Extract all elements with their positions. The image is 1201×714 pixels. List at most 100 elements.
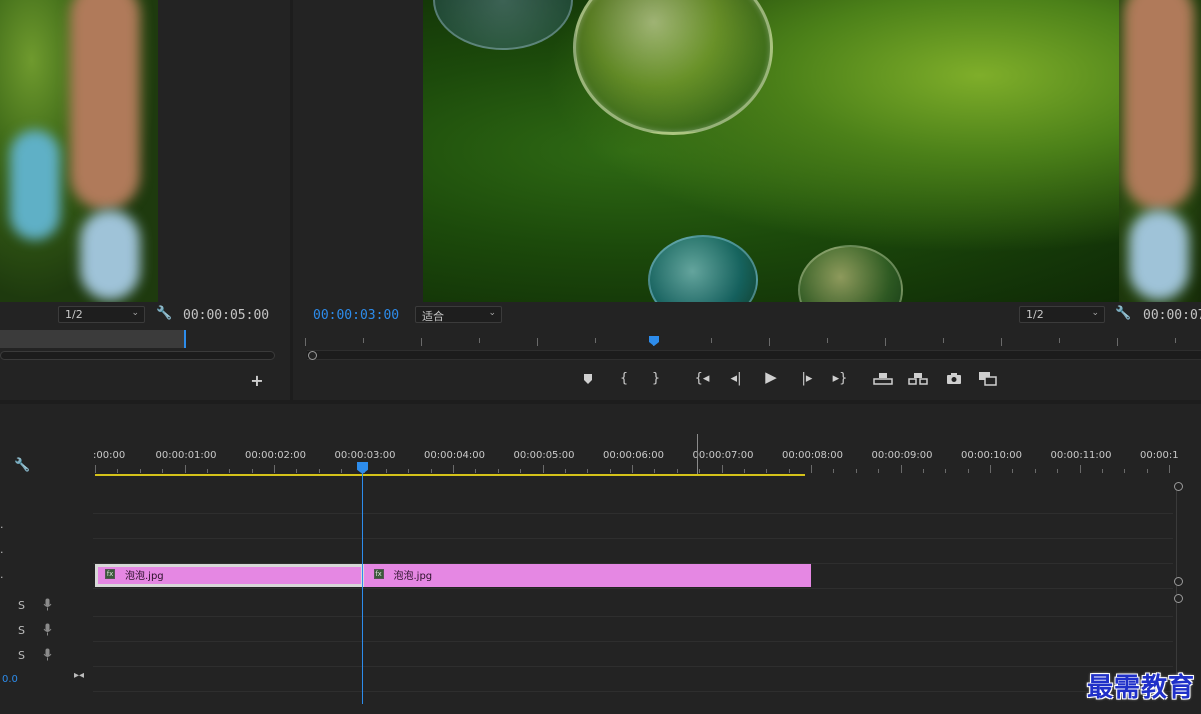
ruler-tick — [564, 469, 566, 473]
audio-track-3 — [93, 642, 1173, 667]
ruler-tick — [811, 465, 812, 473]
ruler-tick — [967, 469, 969, 473]
source-zoom-select[interactable]: 1/2 ⌄ — [58, 306, 145, 323]
ruler-tick — [206, 469, 208, 473]
video-track-1 — [93, 539, 1173, 564]
program-video-frame — [423, 0, 1119, 302]
mark-in-icon[interactable]: { — [618, 372, 630, 386]
source-playhead-marker[interactable] — [184, 330, 186, 348]
go-to-out-icon[interactable]: ▸} — [831, 372, 849, 386]
scroll-handle-middle[interactable] — [1174, 577, 1183, 586]
ruler-tick — [95, 465, 96, 473]
ruler-tick — [117, 469, 119, 473]
go-to-in-icon[interactable]: {◂ — [693, 372, 711, 386]
play-icon[interactable]: ▶ — [763, 370, 779, 385]
ruler-tick — [318, 469, 320, 473]
ruler-tick — [609, 469, 611, 473]
ruler-tick — [430, 469, 432, 473]
work-area-bar[interactable] — [95, 474, 805, 476]
ruler-tick — [945, 469, 947, 473]
ruler-tick — [632, 465, 633, 473]
ruler-tick — [990, 465, 991, 473]
track-row-marker: · — [0, 521, 4, 534]
program-current-timecode[interactable]: 00:00:03:00 — [313, 308, 399, 323]
ruler-time-label: 00:00:11:00 — [1050, 450, 1112, 461]
wrench-icon[interactable]: 🔧 — [1115, 307, 1131, 321]
video-clip[interactable]: fx 泡泡.jpg — [95, 564, 364, 587]
track-row-marker: · — [0, 571, 4, 584]
chevron-down-icon: ⌄ — [1091, 308, 1099, 318]
ruler-time-label: 00:00:10:00 — [961, 450, 1023, 461]
ruler-time-label: 00:00:06:00 — [603, 450, 665, 461]
timeline-panel: 🔧 · · · S S S 0.0 ▸◂ :00:00 00:00:01:00 00… — [0, 404, 1201, 714]
master-collapse-icon[interactable]: ▸◂ — [74, 670, 84, 681]
program-scrollbar[interactable] — [307, 350, 1201, 360]
ruler-tick — [520, 469, 522, 473]
small-bubble-bottom — [798, 245, 903, 302]
microphone-icon[interactable] — [43, 598, 52, 614]
timeline-playhead-line[interactable] — [362, 464, 363, 704]
ruler-time-label: 00:00:05:00 — [513, 450, 575, 461]
program-fit-select[interactable]: 适合 ⌄ — [415, 306, 502, 323]
ruler-tick — [788, 469, 790, 473]
ruler-tick — [676, 469, 678, 473]
clip-name: 泡泡.jpg — [125, 571, 164, 582]
video-clip[interactable]: fx 泡泡.jpg — [363, 564, 811, 587]
extract-icon[interactable] — [908, 372, 928, 389]
video-track-3 — [93, 488, 1173, 514]
step-back-icon[interactable]: ◂| — [728, 372, 744, 386]
ruler-tick — [497, 469, 499, 473]
mouse-cursor-line — [697, 434, 698, 474]
compare-icon[interactable] — [978, 371, 998, 390]
watermark-logo: 最需教育 — [1086, 673, 1195, 703]
source-zoom-value: 1/2 — [65, 308, 83, 321]
microphone-icon[interactable] — [43, 648, 52, 664]
program-mini-ruler[interactable] — [305, 338, 1201, 348]
microphone-icon[interactable] — [43, 623, 52, 639]
wrench-icon[interactable]: 🔧 — [156, 307, 172, 321]
solo-button[interactable]: S — [18, 624, 25, 637]
ruler-tick — [251, 469, 253, 473]
master-track — [93, 667, 1173, 692]
ruler-tick — [855, 469, 857, 473]
add-button-icon[interactable]: + — [250, 373, 264, 389]
clip-image-icon: fx — [373, 569, 384, 579]
solo-button[interactable]: S — [18, 599, 25, 612]
ruler-tick — [296, 469, 298, 473]
master-volume-value[interactable]: 0.0 — [2, 674, 18, 685]
ruler-time-label: 00:00:07:00 — [692, 450, 754, 461]
ruler-tick — [654, 469, 656, 473]
program-side-preview — [1119, 0, 1201, 302]
ruler-tick — [162, 469, 164, 473]
ruler-time-label: 00:00:01:00 — [155, 450, 217, 461]
ruler-tick — [1079, 465, 1081, 473]
marker-icon[interactable] — [581, 373, 595, 389]
program-scroll-handle[interactable] — [308, 351, 317, 360]
lift-icon[interactable] — [873, 372, 893, 389]
ruler-time-label: 00:00:02:00 — [245, 450, 307, 461]
timeline-settings-wrench-icon[interactable]: 🔧 — [14, 459, 30, 473]
source-ruler-bar[interactable] — [0, 330, 186, 348]
source-scrollbar[interactable] — [0, 351, 275, 360]
ruler-tick — [766, 469, 768, 473]
timeline-ruler[interactable]: :00:00 00:00:01:00 00:00:02:00 00:00:03:00 0… — [93, 432, 1183, 476]
program-zoom-value: 1/2 — [1026, 308, 1044, 321]
ruler-time-label: 00:00:04:00 — [424, 450, 486, 461]
track-headers: 🔧 · · · S S S 0.0 ▸◂ — [0, 404, 93, 704]
program-zoom-select[interactable]: 1/2 ⌄ — [1019, 306, 1105, 323]
ruler-time-label: :00:00 — [93, 450, 126, 461]
source-monitor-panel: 1/2 ⌄ 🔧 00:00:05:00 + — [0, 0, 290, 400]
ruler-tick — [475, 469, 477, 473]
ruler-tick — [408, 469, 410, 473]
scroll-handle-top[interactable] — [1174, 482, 1183, 491]
audio-track-1 — [93, 592, 1173, 617]
scroll-handle-lower[interactable] — [1174, 594, 1183, 603]
solo-button[interactable]: S — [18, 649, 25, 662]
ruler-tick — [1124, 469, 1126, 473]
ruler-tick — [139, 469, 141, 473]
step-forward-icon[interactable]: |▸ — [799, 372, 815, 386]
mark-out-icon[interactable]: } — [650, 372, 662, 386]
ruler-tick — [274, 465, 275, 473]
ruler-tick — [229, 469, 231, 473]
export-frame-icon[interactable] — [945, 372, 963, 389]
